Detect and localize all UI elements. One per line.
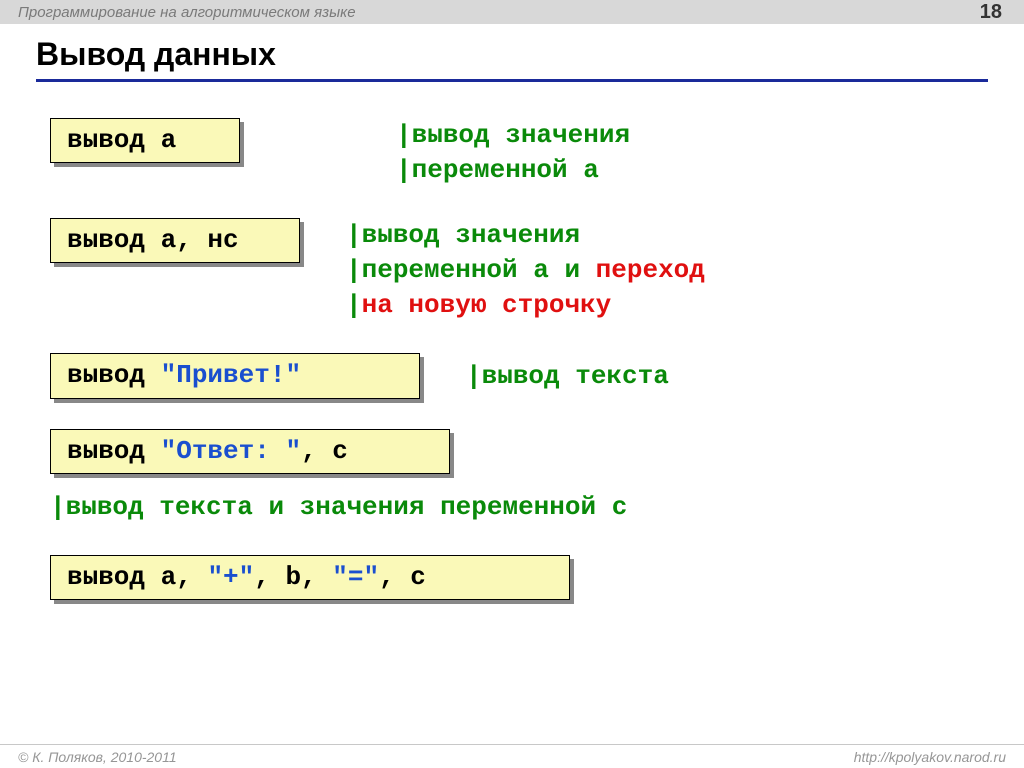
code-arg: a, нс — [161, 225, 239, 255]
code-box-3: вывод "Привет!" — [50, 353, 420, 398]
pipe: | — [396, 155, 412, 185]
pipe: | — [346, 220, 362, 250]
comment-text: переменной a — [412, 155, 599, 185]
comment-text: вывод значения — [412, 120, 630, 150]
code-box-1: вывод a — [50, 118, 240, 163]
string-literal: "Привет!" — [161, 360, 301, 390]
copyright: © К. Поляков, 2010-2011 — [18, 749, 177, 765]
pipe: | — [50, 492, 66, 522]
comment-1: |вывод значения|переменной a — [396, 118, 630, 188]
course-title: Программирование на алгоритмическом язык… — [18, 4, 356, 21]
comment-text: вывод текста — [482, 361, 669, 391]
comment-text-red: на новую строчку — [362, 290, 612, 320]
comment-text: вывод значения — [362, 220, 580, 250]
example-2: вывод a, нс |вывод значения|переменной a… — [50, 218, 988, 323]
example-3: вывод "Привет!" |вывод текста — [50, 353, 988, 398]
example-5: вывод a, "+", b, "=", c — [50, 555, 988, 600]
footer-url: http://kpolyakov.narod.ru — [854, 749, 1006, 765]
comment-text-red: переход — [596, 255, 705, 285]
code-arg: , c — [379, 562, 426, 592]
keyword: вывод — [67, 125, 161, 155]
pipe: | — [466, 361, 482, 391]
code-arg: a — [161, 125, 177, 155]
keyword: вывод — [67, 562, 161, 592]
code-box-5: вывод a, "+", b, "=", c — [50, 555, 570, 600]
string-literal: "+" — [207, 562, 254, 592]
comment-2: |вывод значения|переменной a и переход|н… — [346, 218, 705, 323]
pipe: | — [346, 255, 362, 285]
example-4: вывод "Ответ: ", c — [50, 429, 988, 474]
comment-4: |вывод текста и значения переменной c — [50, 490, 988, 525]
example-1: вывод a |вывод значения|переменной a — [50, 118, 988, 188]
keyword: вывод — [67, 360, 161, 390]
keyword: вывод — [67, 225, 161, 255]
code-box-4: вывод "Ответ: ", c — [50, 429, 450, 474]
code-arg: a, — [161, 562, 208, 592]
code-box-2: вывод a, нс — [50, 218, 300, 263]
string-literal: "=" — [332, 562, 379, 592]
code-arg: , c — [301, 436, 348, 466]
string-literal: "Ответ: " — [161, 436, 301, 466]
comment-3: |вывод текста — [466, 359, 669, 394]
keyword: вывод — [67, 436, 161, 466]
slide-title: Вывод данных — [36, 36, 988, 82]
slide-header: Программирование на алгоритмическом язык… — [0, 0, 1024, 24]
pipe: | — [346, 290, 362, 320]
comment-text: переменной a и — [362, 255, 596, 285]
comment-text: вывод текста и значения переменной c — [66, 492, 628, 522]
slide-footer: © К. Поляков, 2010-2011 http://kpolyakov… — [0, 744, 1024, 768]
page-number: 18 — [980, 1, 1006, 24]
pipe: | — [396, 120, 412, 150]
code-arg: , b, — [254, 562, 332, 592]
slide-body: Вывод данных вывод a |вывод значения|пер… — [0, 24, 1024, 600]
